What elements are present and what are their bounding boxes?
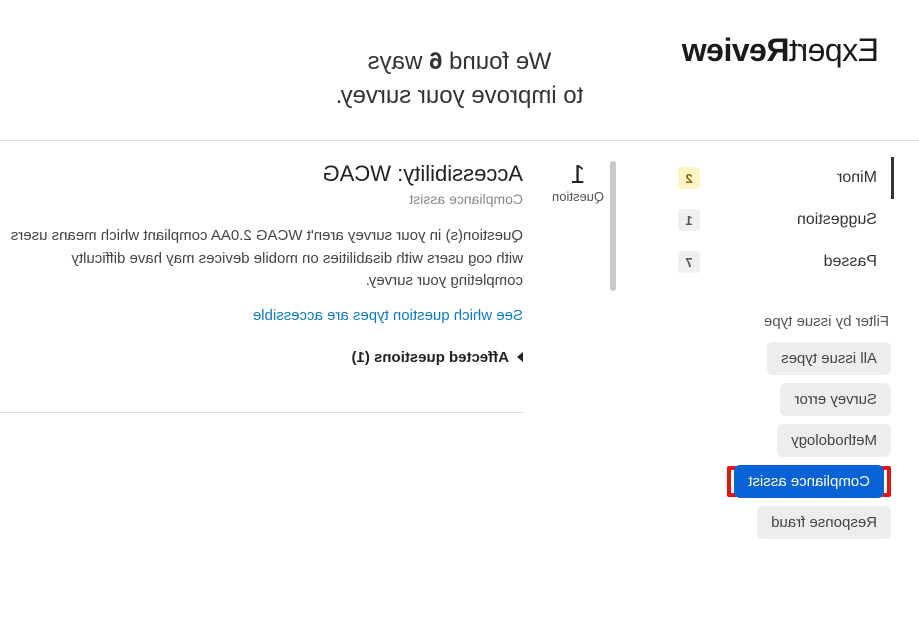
issue-title: Accessibility: WCAG — [0, 161, 523, 187]
severity-label: Passed — [824, 253, 877, 271]
issue-subtitle: Compliance assist — [0, 191, 523, 207]
filter-highlight: Compliance assist — [727, 466, 891, 497]
issue-count-number: 1 — [551, 161, 605, 187]
severity-item-suggestion[interactable]: Suggestion 1 — [670, 199, 891, 241]
filter-response-fraud[interactable]: Response fraud — [757, 506, 891, 539]
filter-list: All issue types Survey error Methodology… — [670, 342, 891, 539]
filter-survey-error[interactable]: Survey error — [780, 383, 891, 416]
brand-part1: Expert — [790, 32, 879, 68]
filter-methodology[interactable]: Methodology — [777, 424, 891, 457]
filter-all-issue-types[interactable]: All issue types — [767, 342, 891, 375]
caret-right-icon — [517, 352, 523, 362]
filter-compliance-assist[interactable]: Compliance assist — [734, 465, 884, 498]
filter-heading: Filter by issue type — [670, 313, 891, 330]
headline-suffix: ways — [368, 48, 429, 75]
severity-label: Suggestion — [797, 211, 877, 229]
severity-badge: 1 — [678, 209, 700, 231]
issue-card: 1 Question Accessibility: WCAG Complianc… — [0, 161, 605, 556]
issue-count: 1 Question — [551, 161, 605, 204]
severity-badge: 2 — [678, 167, 700, 189]
headline-line2: to improve your survey. — [336, 82, 584, 109]
affected-questions-toggle[interactable]: Affected questions (1) — [0, 349, 523, 366]
severity-badge: 7 — [678, 251, 700, 273]
severity-item-passed[interactable]: Passed 7 — [670, 241, 891, 283]
scrollbar-thumb[interactable] — [610, 161, 616, 291]
issue-count-label: Question — [551, 189, 605, 204]
main-panel: 1 Question Accessibility: WCAG Complianc… — [0, 141, 649, 576]
severity-label: Minor — [837, 169, 877, 187]
issue-help-link[interactable]: See which question types are accessible — [253, 307, 523, 324]
scrollbar[interactable] — [607, 161, 619, 556]
sidebar: Minor 2 Suggestion 1 Passed 7 Filter by … — [649, 141, 919, 576]
affected-label: Affected questions (1) — [351, 349, 509, 366]
headline-count: 6 — [429, 48, 442, 75]
headline-prefix: We found — [442, 48, 551, 75]
issue-description: Question(s) in your survey aren't WCAG 2… — [0, 225, 523, 293]
issue-divider — [0, 412, 523, 413]
severity-item-minor[interactable]: Minor 2 — [670, 157, 894, 199]
brand-part2: Review — [682, 32, 789, 68]
severity-list: Minor 2 Suggestion 1 Passed 7 — [670, 157, 891, 283]
